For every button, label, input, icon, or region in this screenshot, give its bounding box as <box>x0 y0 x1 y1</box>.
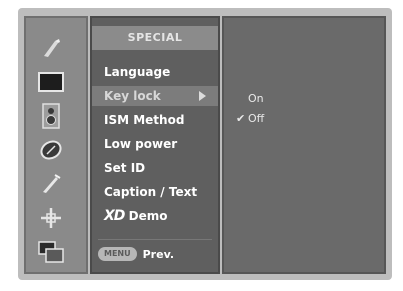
menu-category-rail <box>24 16 88 274</box>
menu-item-language[interactable]: Language <box>92 62 218 82</box>
time-icon[interactable] <box>36 138 66 162</box>
menu-item-key-lock[interactable]: Key lock <box>92 86 218 106</box>
menu-item-label: Demo <box>128 209 168 223</box>
special-icon[interactable] <box>36 172 66 196</box>
xd-logo: XD <box>104 208 125 224</box>
menu-title: SPECIAL <box>92 26 218 50</box>
picture-icon[interactable] <box>36 36 66 60</box>
screen-icon[interactable] <box>36 70 66 94</box>
menu-item-label: Set ID <box>104 161 146 175</box>
pip-icon[interactable] <box>36 240 66 264</box>
menu-button[interactable]: MENU <box>98 247 137 261</box>
menu-item-xd-demo[interactable]: XD Demo <box>92 206 218 226</box>
menu-footer: MENU Prev. <box>98 239 212 264</box>
setup-icon[interactable] <box>36 206 66 230</box>
menu-item-label: Key lock <box>104 89 161 103</box>
submenu-option-label: Off <box>248 112 265 125</box>
menu-item-ism-method[interactable]: ISM Method <box>92 110 218 130</box>
menu-item-label: Language <box>104 65 171 79</box>
checkmark-icon: ✔ <box>236 112 246 125</box>
submenu-option-on[interactable]: On <box>224 90 384 108</box>
special-menu-panel: SPECIAL Language Key lock ISM Method Low… <box>90 16 220 274</box>
menu-item-label: Caption / Text <box>104 185 198 199</box>
submenu-arrow-icon <box>199 91 206 101</box>
submenu-option-off[interactable]: ✔ Off <box>224 110 384 128</box>
key-lock-submenu: On ✔ Off <box>222 16 386 274</box>
submenu-option-label: On <box>248 92 264 105</box>
menu-item-low-power[interactable]: Low power <box>92 134 218 154</box>
sound-icon[interactable] <box>36 103 66 129</box>
tv-osd-screen: SPECIAL Language Key lock ISM Method Low… <box>18 8 392 280</box>
menu-item-caption-text[interactable]: Caption / Text <box>92 182 218 202</box>
menu-item-label: ISM Method <box>104 113 185 127</box>
menu-item-label: Low power <box>104 137 178 151</box>
prev-label: Prev. <box>142 247 175 261</box>
menu-item-set-id[interactable]: Set ID <box>92 158 218 178</box>
